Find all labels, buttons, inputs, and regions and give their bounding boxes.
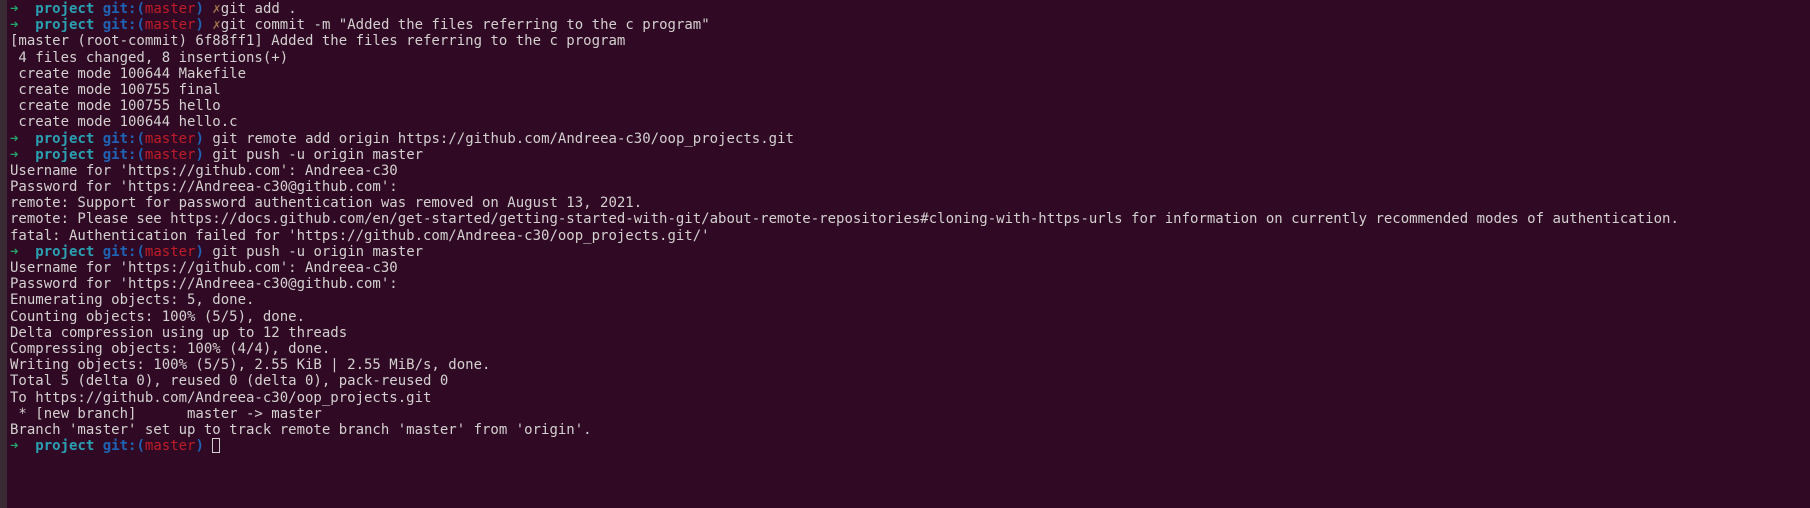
output-line: Password for 'https://Andreea-c30@github… bbox=[10, 276, 1679, 292]
output-text: Branch 'master' set up to track remote b… bbox=[10, 421, 592, 438]
command-text: git remote add origin https://github.com… bbox=[212, 130, 794, 147]
output-text: Password for 'https://Andreea-c30@github… bbox=[10, 276, 398, 293]
prompt-branch: master bbox=[144, 438, 196, 455]
prompt-line: ➜ project git:(master) git push -u origi… bbox=[10, 244, 1679, 260]
prompt-arrow-icon: ➜ bbox=[10, 243, 19, 260]
prompt-git-label: git:( bbox=[102, 438, 145, 455]
output-text: Password for 'https://Andreea-c30@github… bbox=[10, 179, 398, 196]
output-text: create mode 100755 final bbox=[10, 81, 221, 98]
output-line: Writing objects: 100% (5/5), 2.55 KiB | … bbox=[10, 357, 1679, 373]
output-line: create mode 100644 hello.c bbox=[10, 114, 1679, 130]
prompt-line: ➜ project git:(master) git remote add or… bbox=[10, 131, 1679, 147]
prompt-line: ➜ project git:(master) ✗git add . bbox=[10, 1, 1679, 17]
prompt-line: ➜ project git:(master) bbox=[10, 438, 1679, 454]
output-line: create mode 100755 hello bbox=[10, 98, 1679, 114]
output-line: fatal: Authentication failed for 'https:… bbox=[10, 228, 1679, 244]
output-text: 4 files changed, 8 insertions(+) bbox=[10, 49, 289, 66]
command-text: git commit -m "Added the files referring… bbox=[220, 17, 710, 34]
output-line: remote: Please see https://docs.github.c… bbox=[10, 211, 1679, 227]
output-line: * [new branch] master -> master bbox=[10, 406, 1679, 422]
command-text: git push -u origin master bbox=[212, 146, 424, 163]
prompt-branch: master bbox=[144, 130, 196, 147]
output-text: Username for 'https://github.com': Andre… bbox=[10, 260, 398, 276]
prompt-line: ➜ project git:(master) git push -u origi… bbox=[10, 147, 1679, 163]
output-line: Password for 'https://Andreea-c30@github… bbox=[10, 179, 1679, 195]
output-line: [master (root-commit) 6f88ff1] Added the… bbox=[10, 33, 1679, 49]
prompt-git-close: ) bbox=[195, 438, 204, 455]
prompt-directory: project bbox=[35, 17, 95, 34]
output-text: remote: Please see https://docs.github.c… bbox=[10, 211, 1679, 228]
output-text: [master (root-commit) 6f88ff1] Added the… bbox=[10, 33, 626, 50]
prompt-directory: project bbox=[35, 130, 95, 147]
prompt-arrow-icon: ➜ bbox=[10, 438, 19, 455]
command-text: git push -u origin master bbox=[212, 243, 424, 260]
prompt-arrow-icon: ➜ bbox=[10, 1, 19, 17]
prompt-git-label: git:( bbox=[102, 243, 145, 260]
prompt-git-close: ) bbox=[195, 1, 204, 17]
output-text: create mode 100755 hello bbox=[10, 98, 221, 115]
output-line: Total 5 (delta 0), reused 0 (delta 0), p… bbox=[10, 373, 1679, 389]
output-text: Compressing objects: 100% (4/4), done. bbox=[10, 340, 331, 357]
dirty-mark-icon: ✗ bbox=[212, 1, 221, 17]
prompt-git-close: ) bbox=[195, 243, 204, 260]
prompt-branch: master bbox=[144, 146, 196, 163]
prompt-arrow-icon: ➜ bbox=[10, 146, 19, 163]
output-text: fatal: Authentication failed for 'https:… bbox=[10, 227, 710, 244]
prompt-branch: master bbox=[144, 243, 196, 260]
output-line: Username for 'https://github.com': Andre… bbox=[10, 163, 1679, 179]
prompt-directory: project bbox=[35, 146, 95, 163]
prompt-git-label: git:( bbox=[102, 146, 145, 163]
output-line: 4 files changed, 8 insertions(+) bbox=[10, 50, 1679, 66]
output-text: remote: Support for password authenticat… bbox=[10, 195, 643, 212]
window-edge bbox=[0, 0, 7, 508]
output-line: create mode 100755 final bbox=[10, 82, 1679, 98]
output-text: Counting objects: 100% (5/5), done. bbox=[10, 308, 306, 325]
prompt-directory: project bbox=[35, 1, 95, 17]
prompt-git-close: ) bbox=[195, 17, 204, 34]
output-line: remote: Support for password authenticat… bbox=[10, 195, 1679, 211]
prompt-directory: project bbox=[35, 243, 95, 260]
output-line: Enumerating objects: 5, done. bbox=[10, 292, 1679, 308]
dirty-mark-icon: ✗ bbox=[212, 17, 221, 34]
prompt-git-close: ) bbox=[195, 146, 204, 163]
output-text: Delta compression using up to 12 threads bbox=[10, 324, 348, 341]
output-line: Username for 'https://github.com': Andre… bbox=[10, 260, 1679, 276]
output-text: Writing objects: 100% (5/5), 2.55 KiB | … bbox=[10, 357, 491, 374]
output-line: Branch 'master' set up to track remote b… bbox=[10, 422, 1679, 438]
prompt-git-close: ) bbox=[195, 130, 204, 147]
output-line: Counting objects: 100% (5/5), done. bbox=[10, 309, 1679, 325]
output-line: Delta compression using up to 12 threads bbox=[10, 325, 1679, 341]
terminal-output[interactable]: ➜ project git:(master) ✗git add . ➜ proje… bbox=[10, 1, 1679, 454]
output-text: Username for 'https://github.com': Andre… bbox=[10, 162, 398, 179]
command-text: git add . bbox=[220, 1, 297, 17]
output-text: To https://github.com/Andreea-c30/oop_pr… bbox=[10, 389, 432, 406]
prompt-line: ➜ project git:(master) ✗git commit -m "A… bbox=[10, 17, 1679, 33]
output-line: To https://github.com/Andreea-c30/oop_pr… bbox=[10, 390, 1679, 406]
prompt-git-label: git:( bbox=[102, 17, 145, 34]
output-line: create mode 100644 Makefile bbox=[10, 66, 1679, 82]
output-text: * [new branch] master -> master bbox=[10, 405, 322, 422]
cursor[interactable] bbox=[212, 438, 221, 454]
prompt-branch: master bbox=[144, 17, 196, 34]
prompt-git-label: git:( bbox=[102, 130, 145, 147]
output-text: Enumerating objects: 5, done. bbox=[10, 292, 255, 309]
prompt-branch: master bbox=[144, 1, 196, 17]
output-text: Total 5 (delta 0), reused 0 (delta 0), p… bbox=[10, 373, 449, 390]
prompt-directory: project bbox=[35, 438, 95, 455]
output-text: create mode 100644 hello.c bbox=[10, 114, 238, 131]
output-text: create mode 100644 Makefile bbox=[10, 65, 247, 82]
output-line: Compressing objects: 100% (4/4), done. bbox=[10, 341, 1679, 357]
prompt-arrow-icon: ➜ bbox=[10, 130, 19, 147]
prompt-arrow-icon: ➜ bbox=[10, 17, 19, 34]
prompt-git-label: git:( bbox=[102, 1, 145, 17]
